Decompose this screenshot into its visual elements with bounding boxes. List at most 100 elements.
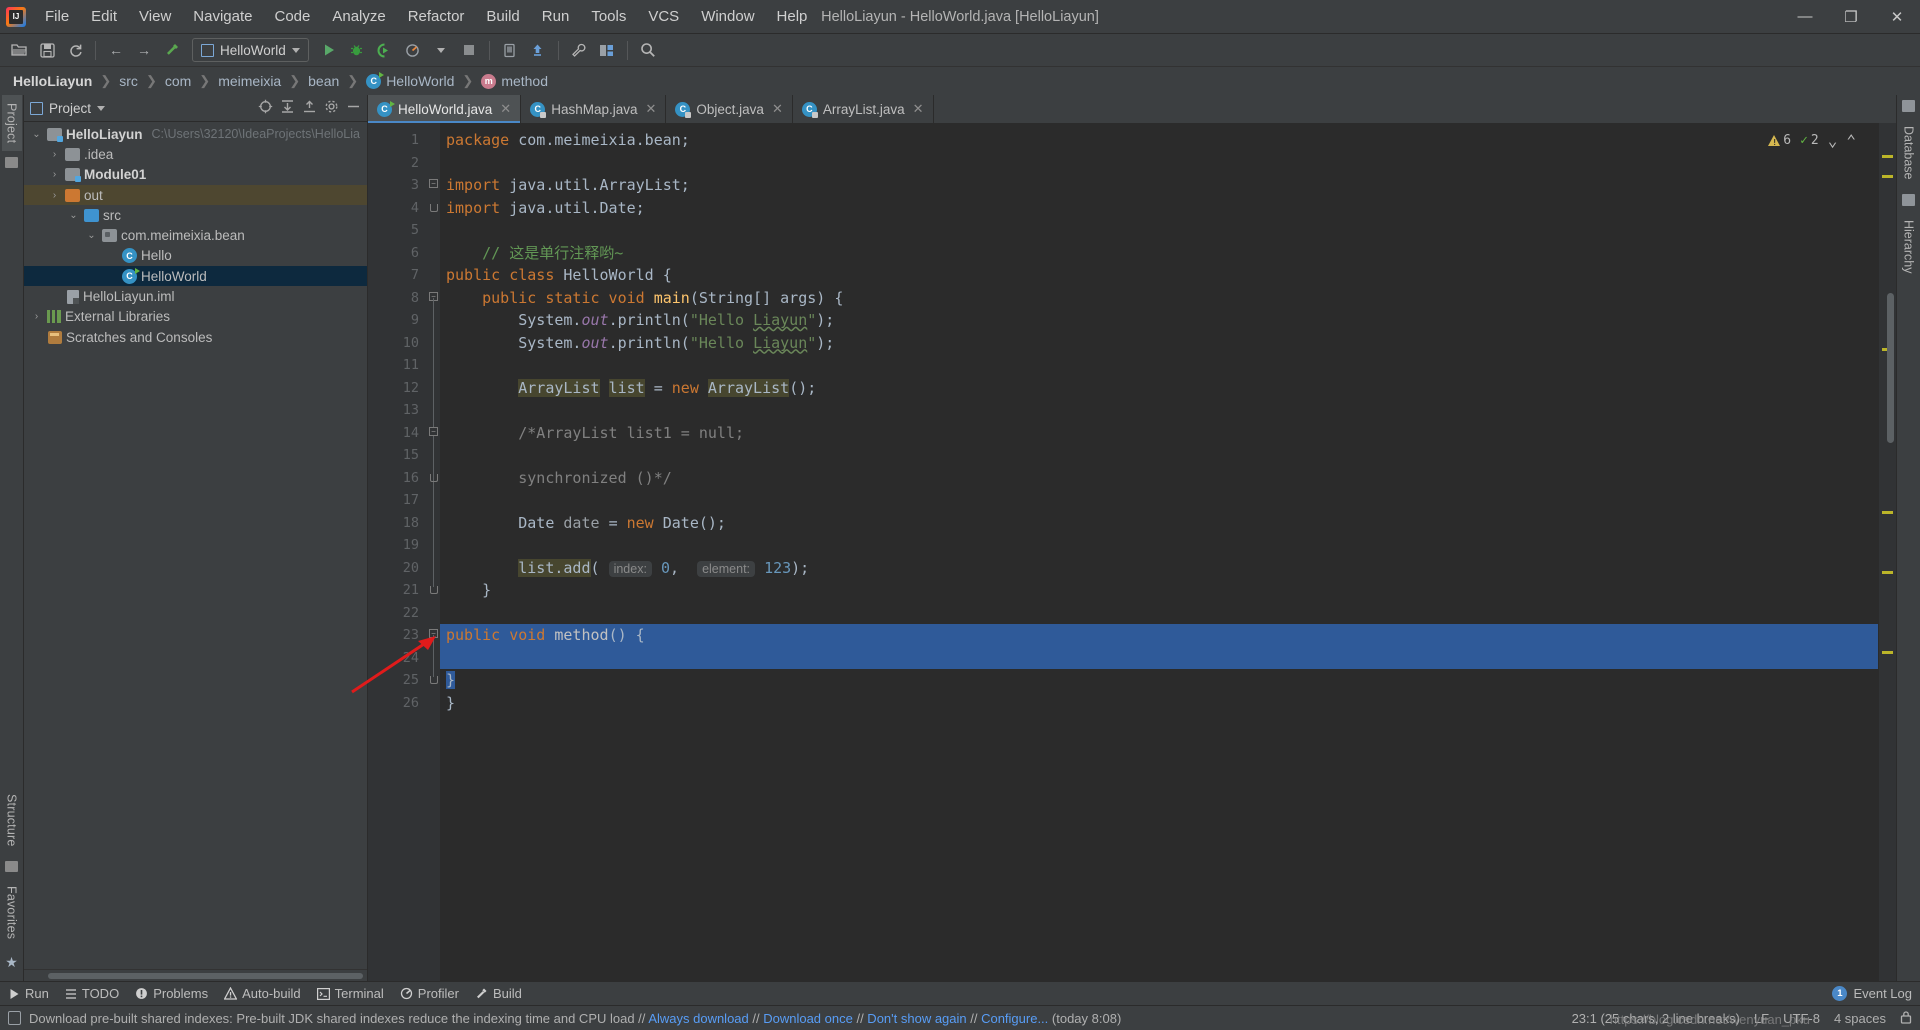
status-message[interactable]: Download pre-built shared indexes: Pre-b… [29, 1011, 1121, 1026]
editor-marker-scrollbar[interactable] [1878, 123, 1896, 981]
menu-run[interactable]: Run [531, 3, 581, 30]
warning-count-group[interactable]: 6 [1768, 133, 1791, 148]
warning-marker[interactable] [1882, 651, 1893, 654]
code-line-18[interactable]: Date date = new Date(); [440, 512, 1878, 535]
run-with-coverage-button[interactable] [372, 38, 398, 63]
code-line-26[interactable]: } [440, 692, 1878, 715]
breadcrumb-item-src[interactable]: src [116, 72, 141, 90]
collapse-all-icon[interactable] [302, 99, 317, 117]
inspection-prev-icon[interactable]: ⌄ [1828, 131, 1838, 150]
breadcrumb-item-project[interactable]: HelloLiayun [10, 72, 95, 90]
run-configuration-selector[interactable]: HelloWorld [192, 38, 309, 62]
commit-icon[interactable] [5, 157, 18, 169]
tab-object-java[interactable]: C Object.java ✕ [666, 95, 793, 123]
menu-view[interactable]: View [128, 3, 182, 30]
menu-window[interactable]: Window [690, 3, 765, 30]
menu-tools[interactable]: Tools [580, 3, 637, 30]
code-line-8[interactable]: public static void main(String[] args) { [440, 287, 1878, 310]
bottom-tab-profiler[interactable]: Profiler [400, 986, 459, 1001]
breadcrumb-item-method[interactable]: m method [478, 72, 551, 90]
database-icon[interactable] [1902, 100, 1915, 112]
rail-tab-project[interactable]: Project [1, 95, 22, 152]
hierarchy-icon[interactable] [1902, 193, 1915, 206]
tree-item-helloworld[interactable]: C HelloWorld [24, 266, 367, 287]
fold-comment-end[interactable] [426, 466, 440, 489]
menu-code[interactable]: Code [263, 3, 321, 30]
chevron-down-icon[interactable]: ⌄ [85, 230, 98, 241]
inspection-next-icon[interactable]: ⌃ [1846, 131, 1856, 150]
project-view-chevron-icon[interactable] [97, 105, 106, 111]
code-line-6[interactable]: // 这是单行注释哟~ [440, 242, 1878, 265]
menu-help[interactable]: Help [766, 3, 819, 30]
settings-wrench-icon[interactable] [566, 38, 592, 63]
profiler-button[interactable] [400, 38, 426, 63]
bottom-tab-terminal[interactable]: Terminal [316, 986, 384, 1001]
bottom-tab-build[interactable]: Build [475, 986, 522, 1001]
profiler-dropdown-icon[interactable] [428, 38, 454, 63]
notification-icon[interactable] [8, 1011, 21, 1025]
chevron-right-icon[interactable]: › [48, 169, 61, 180]
code-line-20[interactable]: list.add( index: 0, element: 123); [440, 557, 1878, 580]
project-structure-icon[interactable] [594, 38, 620, 63]
fold-collapse-icon[interactable]: − [429, 426, 438, 436]
menu-refactor[interactable]: Refactor [397, 3, 476, 30]
fold-method-main[interactable]: − [426, 287, 440, 309]
fold-row-bulb[interactable] [426, 602, 440, 625]
tree-item-scratches[interactable]: Scratches and Consoles [24, 327, 367, 347]
menu-build[interactable]: Build [475, 3, 530, 30]
breadcrumb-item-com[interactable]: com [162, 72, 194, 90]
bottom-tab-problems[interactable]: Problems [135, 986, 208, 1001]
fold-method-main-end[interactable] [426, 579, 440, 602]
run-button[interactable] [316, 38, 342, 63]
code-line-19[interactable] [440, 534, 1878, 557]
expand-all-icon[interactable] [280, 99, 295, 117]
stop-button[interactable] [456, 38, 482, 63]
tree-item-package[interactable]: ⌄ com.meimeixia.bean [24, 225, 367, 245]
editor-fold-column[interactable]: − − − − [426, 123, 440, 981]
code-line-17[interactable] [440, 489, 1878, 512]
fold-import-end[interactable] [426, 197, 440, 220]
warning-marker[interactable] [1882, 571, 1893, 574]
save-all-icon[interactable] [34, 38, 60, 63]
tree-item-helloliayun[interactable]: ⌄ HelloLiayun C:\Users\32120\IdeaProject… [24, 124, 367, 144]
chevron-right-icon[interactable]: › [30, 311, 43, 322]
close-icon[interactable]: ✕ [500, 101, 511, 117]
code-line-15[interactable] [440, 444, 1878, 467]
sync-icon[interactable] [62, 38, 88, 63]
tree-item-external-libraries[interactable]: › External Libraries [24, 307, 367, 327]
ok-count-group[interactable]: ✓ 2 [1800, 133, 1819, 148]
menu-analyze[interactable]: Analyze [321, 3, 396, 30]
close-button[interactable]: ✕ [1874, 0, 1920, 34]
link-configure[interactable]: Configure... [977, 1011, 1048, 1026]
menu-edit[interactable]: Edit [80, 3, 128, 30]
breadcrumb-item-class[interactable]: C HelloWorld [363, 71, 457, 90]
code-line-7[interactable]: public class HelloWorld { [440, 264, 1878, 287]
open-folder-icon[interactable] [6, 38, 32, 63]
close-icon[interactable]: ✕ [772, 101, 783, 117]
rail-tab-favorites[interactable]: Favorites [2, 878, 22, 947]
code-line-12[interactable]: ArrayList list = new ArrayList(); [440, 377, 1878, 400]
tree-item-out[interactable]: › out [24, 184, 367, 206]
tree-item-module01[interactable]: › Module01 [24, 165, 367, 185]
code-line-13[interactable] [440, 399, 1878, 422]
update-project-icon[interactable] [525, 38, 551, 63]
vertical-scrollbar-thumb[interactable] [1887, 293, 1894, 443]
back-arrow-icon[interactable]: ← [103, 38, 129, 63]
structure-icon[interactable] [5, 860, 18, 872]
tree-item-src[interactable]: ⌄ src [24, 205, 367, 225]
code-line-1[interactable]: package com.meimeixia.bean; [440, 129, 1878, 152]
code-content[interactable]: package com.meimeixia.bean; import java.… [440, 123, 1878, 981]
code-line-14[interactable]: /*ArrayList list1 = null; [440, 422, 1878, 445]
chevron-right-icon[interactable]: › [48, 190, 61, 201]
editor-gutter[interactable]: 1 2 3 4 5 6 7 8 9 10 11 12 13 14 15 16 1 [368, 123, 426, 981]
code-line-24-selected[interactable] [440, 646, 1878, 669]
warning-marker[interactable] [1882, 511, 1893, 514]
fold-method-method[interactable]: − [426, 624, 440, 647]
tree-item-idea[interactable]: › .idea [24, 144, 367, 164]
code-line-11[interactable] [440, 354, 1878, 377]
maximize-button[interactable]: ❐ [1828, 0, 1874, 34]
lock-icon[interactable] [1900, 1010, 1912, 1027]
search-everywhere-icon[interactable] [635, 38, 661, 63]
code-line-3[interactable]: import java.util.ArrayList; [440, 174, 1878, 197]
chevron-down-icon[interactable]: ⌄ [30, 129, 43, 140]
